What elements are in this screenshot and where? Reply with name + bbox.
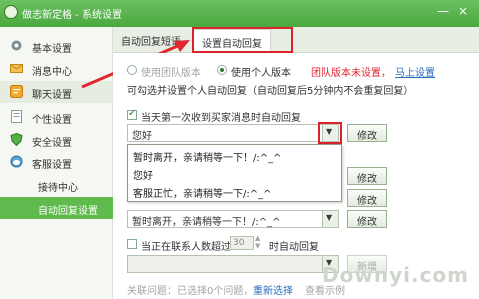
minimize-button[interactable]: —: [436, 4, 450, 18]
personal-version-radio[interactable]: [217, 65, 227, 75]
title-bar: 做志新定格 - 系统设置 — ×: [0, 0, 479, 27]
personal-version-label: 使用个人版本: [231, 68, 291, 79]
contact-limit-value: 30: [233, 238, 245, 248]
spinner-arrows-icon[interactable]: ▲ ▼: [255, 234, 260, 250]
description-text: 可勾选并设置个人自动回复（自动回复后5分钟内不会重复回复）: [127, 86, 414, 97]
contact-limit-spinner[interactable]: 30: [230, 236, 254, 250]
first-message-select[interactable]: 您好: [127, 124, 339, 142]
leave-message-value: 暂时离开，亲请稍等一下！/:^_^: [132, 217, 281, 228]
dropdown-option[interactable]: 您好: [133, 167, 153, 182]
first-message-value: 您好: [132, 131, 152, 142]
doc-icon: [11, 110, 22, 123]
sidebar-item-label: 消息中心: [32, 67, 72, 78]
sidebar-item-label: 个性设置: [32, 115, 72, 126]
leave-message-select[interactable]: 暂时离开，亲请稍等一下！/:^_^: [127, 210, 339, 228]
team-version-label: 使用团队版本: [141, 68, 201, 79]
contact-limit-checkbox[interactable]: [127, 239, 137, 249]
sidebar-subitem-reception[interactable]: 接待中心: [0, 174, 113, 196]
sidebar-subitem-auto-reply[interactable]: 自动回复设置: [0, 197, 113, 219]
service-icon: [10, 155, 23, 168]
modify-button-4[interactable]: 修改: [347, 210, 387, 228]
sidebar-subitem-label: 接待中心: [38, 183, 78, 194]
watermark: Downyi.com: [322, 263, 469, 287]
dropdown-highlight-box: [318, 122, 342, 144]
gear-icon: [11, 40, 22, 51]
modify-button-1[interactable]: 修改: [347, 124, 387, 142]
shield-icon: [10, 133, 23, 146]
sidebar-item-label: 聊天设置: [32, 90, 72, 101]
modify-button-2[interactable]: 修改: [347, 167, 387, 185]
mail-icon: [10, 64, 23, 73]
chat-icon: [10, 85, 23, 98]
sidebar-subitem-label: 自动回复设置: [38, 206, 98, 217]
window-title: 做志新定格 - 系统设置: [22, 10, 122, 21]
contact-limit-reply-select[interactable]: [127, 255, 339, 273]
contact-limit-suffix: 时自动回复: [269, 242, 319, 253]
reselect-link[interactable]: 重新选择: [253, 282, 293, 297]
chevron-down-icon[interactable]: [322, 211, 338, 227]
first-message-label: 当天第一次收到买家消息时自动回复: [141, 113, 301, 124]
close-button[interactable]: ×: [456, 4, 470, 18]
sidebar-item-label: 客服设置: [32, 160, 72, 171]
dropdown-option[interactable]: 客服正忙，亲请稍等一下/:^_^: [133, 185, 272, 200]
dropdown-option[interactable]: 暂时离开，亲请稍等一下！/:^_^: [133, 149, 282, 164]
team-unset-text: 团队版本未设置，: [311, 68, 391, 79]
tab-highlight-box: [192, 27, 293, 53]
sidebar-item-service[interactable]: 客服设置: [0, 151, 113, 173]
sidebar-item-label: 安全设置: [32, 138, 72, 149]
contact-limit-prefix: 当正在联系人数超过: [141, 242, 231, 253]
sidebar-item-security[interactable]: 安全设置: [0, 129, 113, 151]
related-questions-text: 关联问题：已选择0个问题，: [127, 286, 254, 297]
first-message-checkbox[interactable]: [127, 108, 137, 120]
reply-options-dropdown: 暂时离开，亲请稍等一下！/:^_^ 您好 客服正忙，亲请稍等一下/:^_^: [127, 144, 342, 202]
set-now-link[interactable]: 马上设置: [395, 64, 435, 79]
modify-button-3[interactable]: 修改: [347, 189, 387, 207]
app-logo-icon: [4, 5, 18, 19]
sidebar-item-label: 基本设置: [32, 44, 72, 55]
sidebar-item-personal[interactable]: 个性设置: [0, 106, 113, 128]
team-version-radio[interactable]: [127, 65, 137, 75]
